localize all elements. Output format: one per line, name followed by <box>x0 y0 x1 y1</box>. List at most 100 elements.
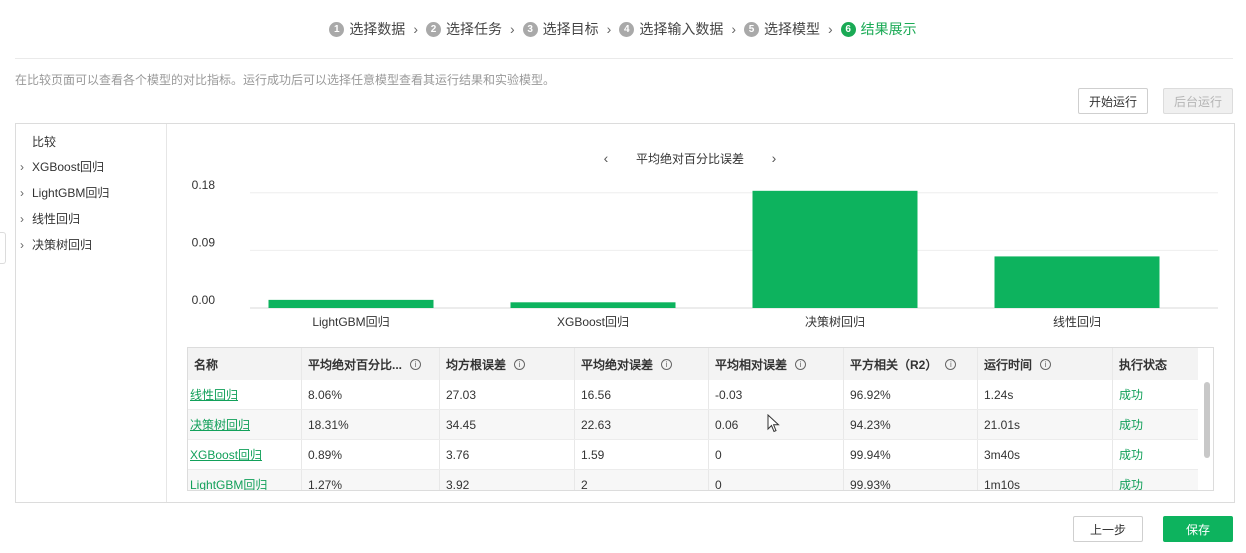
bar[interactable] <box>510 302 676 308</box>
table-cell: 0 <box>709 440 844 469</box>
table-cell: 99.93% <box>844 470 978 490</box>
step-label: 选择数据 <box>349 21 406 37</box>
tree-item-label: LightGBM回归 <box>32 186 110 200</box>
step-3[interactable]: 3 选择目标 › <box>522 19 620 39</box>
tree-item-linear[interactable]: › 线性回归 <box>20 210 80 227</box>
header-status: 执行状态 <box>1113 348 1198 380</box>
step-label: 结果展示 <box>860 21 917 37</box>
header-label: 平均绝对误差 <box>581 357 654 372</box>
tree-item-label: 线性回归 <box>32 212 81 226</box>
table-scrollbar[interactable] <box>1203 380 1211 490</box>
info-icon[interactable]: i <box>945 358 957 370</box>
table-cell: 2 <box>575 470 709 490</box>
chevron-left-icon[interactable]: ‹ <box>600 150 612 166</box>
table-cell: 22.63 <box>575 410 709 439</box>
header-label: 名称 <box>194 357 219 372</box>
x-tick-label: 线性回归 <box>1053 315 1101 329</box>
start-run-button[interactable]: 开始运行 <box>1078 88 1148 114</box>
chevron-right-icon: › <box>606 21 612 37</box>
table-cell: 94.23% <box>844 410 978 439</box>
header-label: 平方相关（R2） <box>850 357 938 372</box>
x-tick-label: 决策树回归 <box>805 314 865 329</box>
table-cell: 21.01s <box>978 410 1113 439</box>
model-name-link[interactable]: XGBoost回归 <box>188 440 302 469</box>
info-icon[interactable]: i <box>1040 358 1052 370</box>
divider <box>15 58 1233 59</box>
model-name-link[interactable]: 决策树回归 <box>188 410 302 439</box>
header-label: 平均相对误差 <box>715 357 788 372</box>
y-tick-label: 0.00 <box>192 293 216 307</box>
step-label: 选择输入数据 <box>639 21 724 37</box>
save-button[interactable]: 保存 <box>1163 516 1233 542</box>
chevron-right-icon: › <box>20 185 24 200</box>
sidebar-toggle-handle[interactable] <box>0 232 6 264</box>
table-cell: 16.56 <box>575 380 709 409</box>
step-2[interactable]: 2 选择任务 › <box>425 19 523 39</box>
y-tick-label: 0.09 <box>192 235 216 249</box>
header-runtime: 运行时间 i <box>978 348 1113 380</box>
tree-item-lightgbm[interactable]: › LightGBM回归 <box>20 184 109 201</box>
x-tick-label: LightGBM回归 <box>312 315 389 329</box>
header-label: 运行时间 <box>984 357 1033 372</box>
bar[interactable] <box>268 299 434 308</box>
page-description: 在比较页面可以查看各个模型的对比指标。运行成功后可以选择任意模型查看其运行结果和… <box>15 73 556 87</box>
step-number: 4 <box>619 21 635 37</box>
y-tick-label: 0.18 <box>192 180 216 192</box>
step-number: 1 <box>329 21 345 37</box>
table-cell: 0 <box>709 470 844 490</box>
previous-step-button[interactable]: 上一步 <box>1073 516 1143 542</box>
chevron-right-icon: › <box>20 159 24 174</box>
chevron-right-icon[interactable]: › <box>768 150 780 166</box>
step-label: 选择任务 <box>445 21 502 37</box>
status-cell: 成功 <box>1119 478 1144 491</box>
header-mape: 平均绝对百分比... i <box>302 348 440 380</box>
model-name-link[interactable]: LightGBM回归 <box>188 470 302 490</box>
model-name-link[interactable]: 线性回归 <box>188 380 302 409</box>
step-1[interactable]: 1 选择数据 › <box>329 19 426 39</box>
tree-item-xgboost[interactable]: › XGBoost回归 <box>20 158 104 175</box>
step-label: 选择模型 <box>764 21 820 37</box>
scrollbar-thumb[interactable] <box>1204 382 1210 458</box>
info-icon[interactable]: i <box>514 358 526 370</box>
step-number: 5 <box>744 21 759 37</box>
step-4[interactable]: 4 选择输入数据 › <box>619 19 744 39</box>
header-rmse: 均方根误差 i <box>440 348 575 380</box>
x-tick-label: XGBoost回归 <box>557 315 629 329</box>
mouse-cursor-icon <box>767 414 780 433</box>
status-cell: 成功 <box>1119 388 1144 402</box>
info-icon[interactable]: i <box>661 358 673 370</box>
header-label: 执行状态 <box>1119 357 1168 372</box>
chevron-right-icon: › <box>828 21 833 37</box>
chevron-right-icon: › <box>20 237 24 252</box>
comparison-table: 名称 平均绝对百分比... i 均方根误差 i 平均绝对误差 i 平均相对误差 i 平方… <box>187 347 1214 491</box>
header-name: 名称 <box>188 348 302 380</box>
table-cell: 1.59 <box>575 440 709 469</box>
table-cell: 34.45 <box>440 410 575 439</box>
bar[interactable] <box>752 190 918 308</box>
table-cell: 1.24s <box>978 380 1113 409</box>
header-mae: 平均绝对误差 i <box>575 348 709 380</box>
table-cell: 96.92% <box>844 380 978 409</box>
chevron-right-icon: › <box>509 21 515 37</box>
tree-item-decision-tree[interactable]: › 决策树回归 <box>20 236 92 253</box>
table-cell: 0.89% <box>302 440 440 469</box>
chevron-right-icon: › <box>413 21 418 37</box>
table-cell: 99.94% <box>844 440 978 469</box>
step-6[interactable]: 6 结果展示 <box>840 19 917 39</box>
step-label: 选择目标 <box>542 21 599 37</box>
info-icon[interactable]: i <box>410 358 422 370</box>
info-icon[interactable]: i <box>795 358 807 370</box>
table-cell: -0.03 <box>709 380 844 409</box>
header-label: 平均绝对百分比... <box>308 357 403 372</box>
background-run-button[interactable]: 后台运行 <box>1163 88 1233 114</box>
step-number: 2 <box>425 21 441 37</box>
bar[interactable] <box>994 256 1160 308</box>
chart-title: 平均绝对百分比误差 <box>635 151 744 166</box>
table-row: LightGBM回归 1.27% 3.92 2 0 99.93% 1m10s 成功 <box>188 470 1198 491</box>
chart-header: ‹ 平均绝对百分比误差 › <box>600 150 780 166</box>
step-5[interactable]: 5 选择模型 › <box>744 19 841 39</box>
table-row: 线性回归 8.06% 27.03 16.56 -0.03 96.92% 1.24s 成功 <box>188 380 1198 410</box>
table-cell: 3.76 <box>440 440 575 469</box>
table-cell: 27.03 <box>440 380 575 409</box>
table-row: XGBoost回归 0.89% 3.76 1.59 0 99.94% 3m40s 成功 <box>188 440 1198 470</box>
